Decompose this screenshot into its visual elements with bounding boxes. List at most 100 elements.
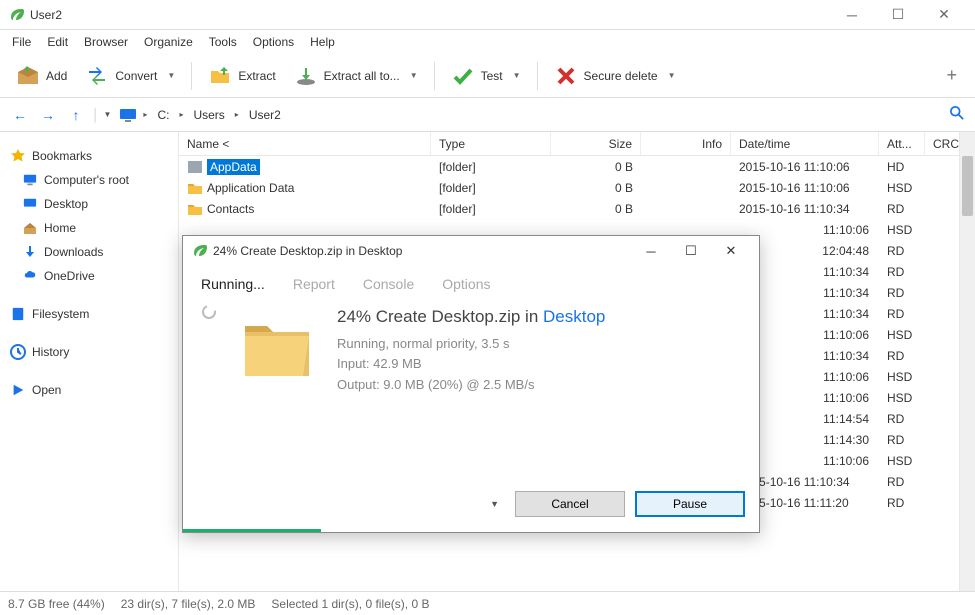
search-icon[interactable] (947, 106, 967, 123)
add-label: Add (46, 69, 67, 83)
scrollbar[interactable] (959, 132, 975, 591)
spinner-icon (201, 304, 217, 320)
convert-icon (85, 64, 109, 88)
menu-help[interactable]: Help (302, 32, 343, 52)
dialog-maximize[interactable]: ☐ (671, 236, 711, 266)
menu-options[interactable]: Options (245, 32, 302, 52)
menu-edit[interactable]: Edit (39, 32, 76, 52)
dialog-minimize[interactable]: ─ (631, 236, 671, 266)
tab-options[interactable]: Options (442, 276, 490, 292)
disk-out-icon (294, 64, 318, 88)
sidebar-open[interactable]: Open (4, 378, 174, 402)
nav-up[interactable]: ↑ (64, 103, 88, 127)
dialog-dest-link[interactable]: Desktop (543, 307, 605, 326)
file-name: Contacts (207, 202, 254, 216)
status-free: 8.7 GB free (44%) (8, 597, 105, 611)
nav-forward[interactable]: → (36, 103, 60, 127)
sidebar-computer-root[interactable]: Computer's root (4, 168, 174, 192)
tab-console[interactable]: Console (363, 276, 414, 292)
minimize-button[interactable]: ─ (829, 0, 875, 30)
extract-button[interactable]: Extract (200, 60, 283, 92)
sidebar-filesystem[interactable]: Filesystem (4, 302, 174, 326)
col-size[interactable]: Size (551, 132, 641, 155)
extract-all-label: Extract all to... (324, 69, 400, 83)
menu-browser[interactable]: Browser (76, 32, 136, 52)
col-att[interactable]: Att... (879, 132, 925, 155)
statusbar: 8.7 GB free (44%) 23 dir(s), 7 file(s), … (0, 591, 975, 615)
nav-back[interactable]: ← (8, 103, 32, 127)
dialog-tabs: Running... Report Console Options (183, 266, 759, 300)
app-leaf-icon (8, 7, 24, 23)
separator (434, 62, 435, 90)
separator (191, 62, 192, 90)
cloud-icon (22, 268, 38, 284)
sidebar-home[interactable]: Home (4, 216, 174, 240)
folder-out-icon (208, 64, 232, 88)
dialog-buttons: ▼ Cancel Pause (183, 486, 759, 532)
sidebar: Bookmarks Computer's root Desktop Home D… (0, 132, 179, 591)
col-date[interactable]: Date/time (731, 132, 879, 155)
sidebar-history[interactable]: History (4, 340, 174, 364)
convert-button[interactable]: Convert ▼ (77, 60, 183, 92)
maximize-button[interactable]: ☐ (875, 0, 921, 30)
secure-delete-button[interactable]: Secure delete ▼ (546, 60, 684, 92)
dialog-title: 24% Create Desktop.zip in Desktop (213, 244, 631, 258)
add-button[interactable]: Add (8, 60, 75, 92)
navbar: ← → ↑ │ ▼ ▸ C: ▸ Users ▸ User2 (0, 98, 975, 132)
tab-report[interactable]: Report (293, 276, 335, 292)
star-icon (10, 148, 26, 164)
col-info[interactable]: Info (641, 132, 731, 155)
crumb-users[interactable]: Users (189, 106, 228, 124)
folder-icon (187, 181, 203, 195)
convert-label: Convert (115, 69, 157, 83)
app-leaf-icon (191, 243, 207, 259)
test-button[interactable]: Test ▼ (443, 60, 529, 92)
scrollbar-thumb[interactable] (962, 156, 973, 216)
disk-icon (10, 306, 26, 322)
chevron-down-icon[interactable]: ▼ (410, 71, 418, 80)
window-title: User2 (30, 8, 829, 22)
download-icon (22, 244, 38, 260)
sidebar-desktop[interactable]: Desktop (4, 192, 174, 216)
menu-tools[interactable]: Tools (201, 32, 245, 52)
tab-running[interactable]: Running... (201, 276, 265, 292)
extract-label: Extract (238, 69, 275, 83)
test-label: Test (481, 69, 503, 83)
chevron-down-icon[interactable]: ▼ (490, 499, 499, 509)
table-row[interactable]: Application Data[folder]0 B2015-10-16 11… (179, 177, 975, 198)
chevron-down-icon[interactable]: ▼ (513, 71, 521, 80)
col-type[interactable]: Type (431, 132, 551, 155)
chevron-down-icon[interactable]: ▼ (668, 71, 676, 80)
sidebar-bookmarks[interactable]: Bookmarks (4, 144, 174, 168)
big-folder-icon (237, 306, 317, 386)
menu-file[interactable]: File (4, 32, 39, 52)
dialog-close[interactable]: ✕ (711, 236, 751, 266)
chevron-down-icon[interactable]: ▼ (104, 110, 112, 119)
pause-button[interactable]: Pause (635, 491, 745, 517)
col-name[interactable]: Name < (179, 132, 431, 155)
check-icon (451, 64, 475, 88)
x-icon (554, 64, 578, 88)
progress-bar (183, 529, 321, 532)
dialog-titlebar: 24% Create Desktop.zip in Desktop ─ ☐ ✕ (183, 236, 759, 266)
file-name: Application Data (207, 181, 294, 195)
play-icon (10, 382, 26, 398)
cancel-button[interactable]: Cancel (515, 491, 625, 517)
table-row[interactable]: Contacts[folder]0 B2015-10-16 11:10:34RD (179, 198, 975, 219)
close-button[interactable]: ✕ (921, 0, 967, 30)
crumb-user2[interactable]: User2 (245, 106, 285, 124)
graybox-icon (187, 160, 203, 174)
chevron-down-icon[interactable]: ▼ (167, 71, 175, 80)
secure-delete-label: Secure delete (584, 69, 658, 83)
toolbar-add-more[interactable]: + (936, 65, 967, 86)
sidebar-onedrive[interactable]: OneDrive (4, 264, 174, 288)
crumb-c[interactable]: C: (153, 106, 173, 124)
status-counts: 23 dir(s), 7 file(s), 2.0 MB (121, 597, 256, 611)
dialog-info: 24% Create Desktop.zip in Desktop Runnin… (337, 300, 741, 476)
extract-all-button[interactable]: Extract all to... ▼ (286, 60, 426, 92)
breadcrumb: ▸ C: ▸ Users ▸ User2 (115, 106, 943, 124)
sidebar-downloads[interactable]: Downloads (4, 240, 174, 264)
table-row[interactable]: AppData[folder]0 B2015-10-16 11:10:06HD (179, 156, 975, 177)
menu-organize[interactable]: Organize (136, 32, 201, 52)
progress-dialog: 24% Create Desktop.zip in Desktop ─ ☐ ✕ … (182, 235, 760, 533)
